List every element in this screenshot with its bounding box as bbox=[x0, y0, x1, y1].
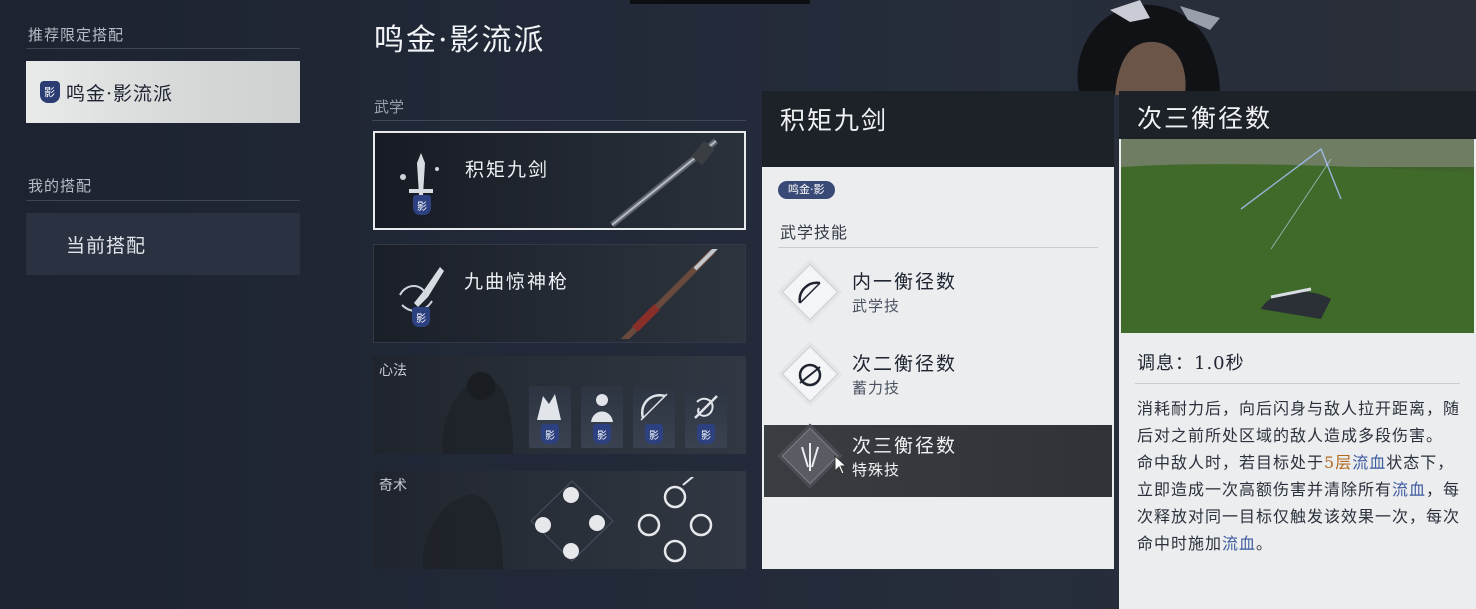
divider bbox=[1135, 383, 1460, 384]
character-silhouette bbox=[422, 494, 503, 569]
cursor-icon bbox=[834, 455, 848, 475]
description-text: 命中敌人时，若目标处于 bbox=[1137, 453, 1325, 472]
shadow-seal-icon: 影 bbox=[541, 424, 559, 444]
shadow-seal-icon: 影 bbox=[412, 307, 430, 327]
shadow-seal-icon: 影 bbox=[645, 424, 663, 444]
shadow-seal-icon: 影 bbox=[40, 81, 60, 103]
skill-row[interactable]: 次二衡径数 蓄力技 bbox=[764, 343, 1112, 415]
character-silhouette bbox=[442, 372, 513, 454]
bow-arc-icon bbox=[798, 281, 821, 304]
top-banner-fragment bbox=[630, 0, 810, 4]
heart-skill-1[interactable]: 影 bbox=[529, 386, 571, 448]
divider bbox=[26, 200, 300, 201]
martial-section-label: 武学 bbox=[374, 98, 405, 116]
description-paragraph-2: 命中敌人时，若目标处于5层流血状态下，立即造成一次高额伤害并清除所有流血，每次释… bbox=[1137, 449, 1467, 557]
current-build-item[interactable]: 当前搭配 bbox=[26, 213, 300, 275]
divider bbox=[26, 48, 300, 49]
weapon-name: 积矩九剑 bbox=[465, 159, 550, 181]
current-build-label: 当前搭配 bbox=[66, 234, 147, 257]
skill-type: 武学技 bbox=[852, 297, 901, 315]
recommended-build-label: 鸣金·影流派 bbox=[66, 82, 174, 105]
arts-cluster-left-icon bbox=[530, 480, 614, 562]
detail-header: 次三衡径数 bbox=[1119, 91, 1476, 139]
preview-scene bbox=[1121, 139, 1474, 333]
weapon-card-spear[interactable]: 影 九曲惊神枪 bbox=[373, 244, 746, 343]
recommended-heading: 推荐限定搭配 bbox=[28, 26, 125, 44]
description-paragraph-1: 消耗耐力后，向后闪身与敌人拉开距离，随后对之前所处区域的敌人造成多段伤害。 bbox=[1137, 399, 1461, 445]
swirl-blade-icon bbox=[694, 395, 718, 419]
divider bbox=[372, 120, 746, 121]
cooldown-text: 调息：1.0秒 bbox=[1137, 353, 1245, 374]
heart-skill-4[interactable]: 影 bbox=[685, 386, 727, 448]
sword-art bbox=[610, 138, 718, 227]
skill-type: 蓄力技 bbox=[852, 379, 901, 397]
weapon-name: 九曲惊神枪 bbox=[464, 271, 570, 293]
ring-slash-icon bbox=[798, 363, 822, 387]
skill-description: 消耗耐力后，向后闪身与敌人拉开距离，随后对之前所处区域的敌人造成多段伤害。 命中… bbox=[1137, 395, 1467, 557]
weapon-card-sword[interactable]: 影 积矩九剑 bbox=[373, 131, 746, 230]
stack-count: 5层 bbox=[1324, 453, 1353, 472]
skill-detail-panel: 次三衡径数 调息：1.0秒 消耗耐力后，向后闪身与敌人拉开距离，随后对之前所处区… bbox=[1119, 91, 1476, 609]
character-portrait bbox=[1077, 0, 1220, 95]
triple-blade-icon bbox=[801, 443, 819, 471]
heart-technique-panel[interactable]: 心法 影 影 影 影 bbox=[373, 356, 746, 454]
skill-type: 特殊技 bbox=[852, 461, 901, 479]
bleed-keyword: 流血 bbox=[1222, 534, 1257, 553]
divider bbox=[778, 247, 1098, 248]
heart-skill-3[interactable]: 影 bbox=[633, 386, 675, 448]
shadow-seal-icon: 影 bbox=[593, 424, 611, 444]
description-text: 。 bbox=[1256, 534, 1274, 553]
skill-name: 内一衡径数 bbox=[852, 271, 958, 293]
bleed-keyword: 流血 bbox=[1352, 453, 1387, 472]
skill-row-selected[interactable]: 次三衡径数 特殊技 bbox=[764, 425, 1112, 497]
skill-name: 次二衡径数 bbox=[852, 353, 958, 375]
arts-panel[interactable]: 奇术 bbox=[373, 471, 746, 569]
weapon-title: 积矩九剑 bbox=[780, 106, 889, 135]
skill-row[interactable]: 内一衡径数 武学技 bbox=[764, 261, 1112, 333]
spear-art bbox=[620, 249, 718, 339]
heart-skill-2[interactable]: 影 bbox=[581, 386, 623, 448]
skills-header: 积矩九剑 bbox=[762, 91, 1114, 167]
recommended-build-item[interactable]: 影 鸣金·影流派 bbox=[26, 61, 300, 123]
my-builds-heading: 我的搭配 bbox=[28, 177, 93, 195]
arts-cluster-right-icon bbox=[637, 477, 713, 563]
warrior-icon bbox=[591, 394, 613, 422]
school-tag: 鸣金·影 bbox=[778, 181, 835, 199]
skill-detail-title: 次三衡径数 bbox=[1137, 104, 1273, 133]
bow-icon bbox=[640, 393, 668, 421]
skill-name: 次三衡径数 bbox=[852, 435, 958, 457]
skills-panel: 积矩九剑 鸣金·影 武学技能 内一衡径数 武学技 次二衡径数 蓄力技 次三衡径数… bbox=[762, 91, 1114, 569]
skill-preview-video bbox=[1121, 139, 1474, 333]
build-title: 鸣金·影流派 bbox=[374, 23, 546, 58]
skills-subtitle: 武学技能 bbox=[780, 223, 849, 242]
shadow-seal-icon: 影 bbox=[413, 195, 431, 215]
wolf-icon bbox=[537, 394, 561, 420]
shadow-seal-icon: 影 bbox=[697, 424, 715, 444]
bleed-keyword: 流血 bbox=[1392, 480, 1427, 499]
